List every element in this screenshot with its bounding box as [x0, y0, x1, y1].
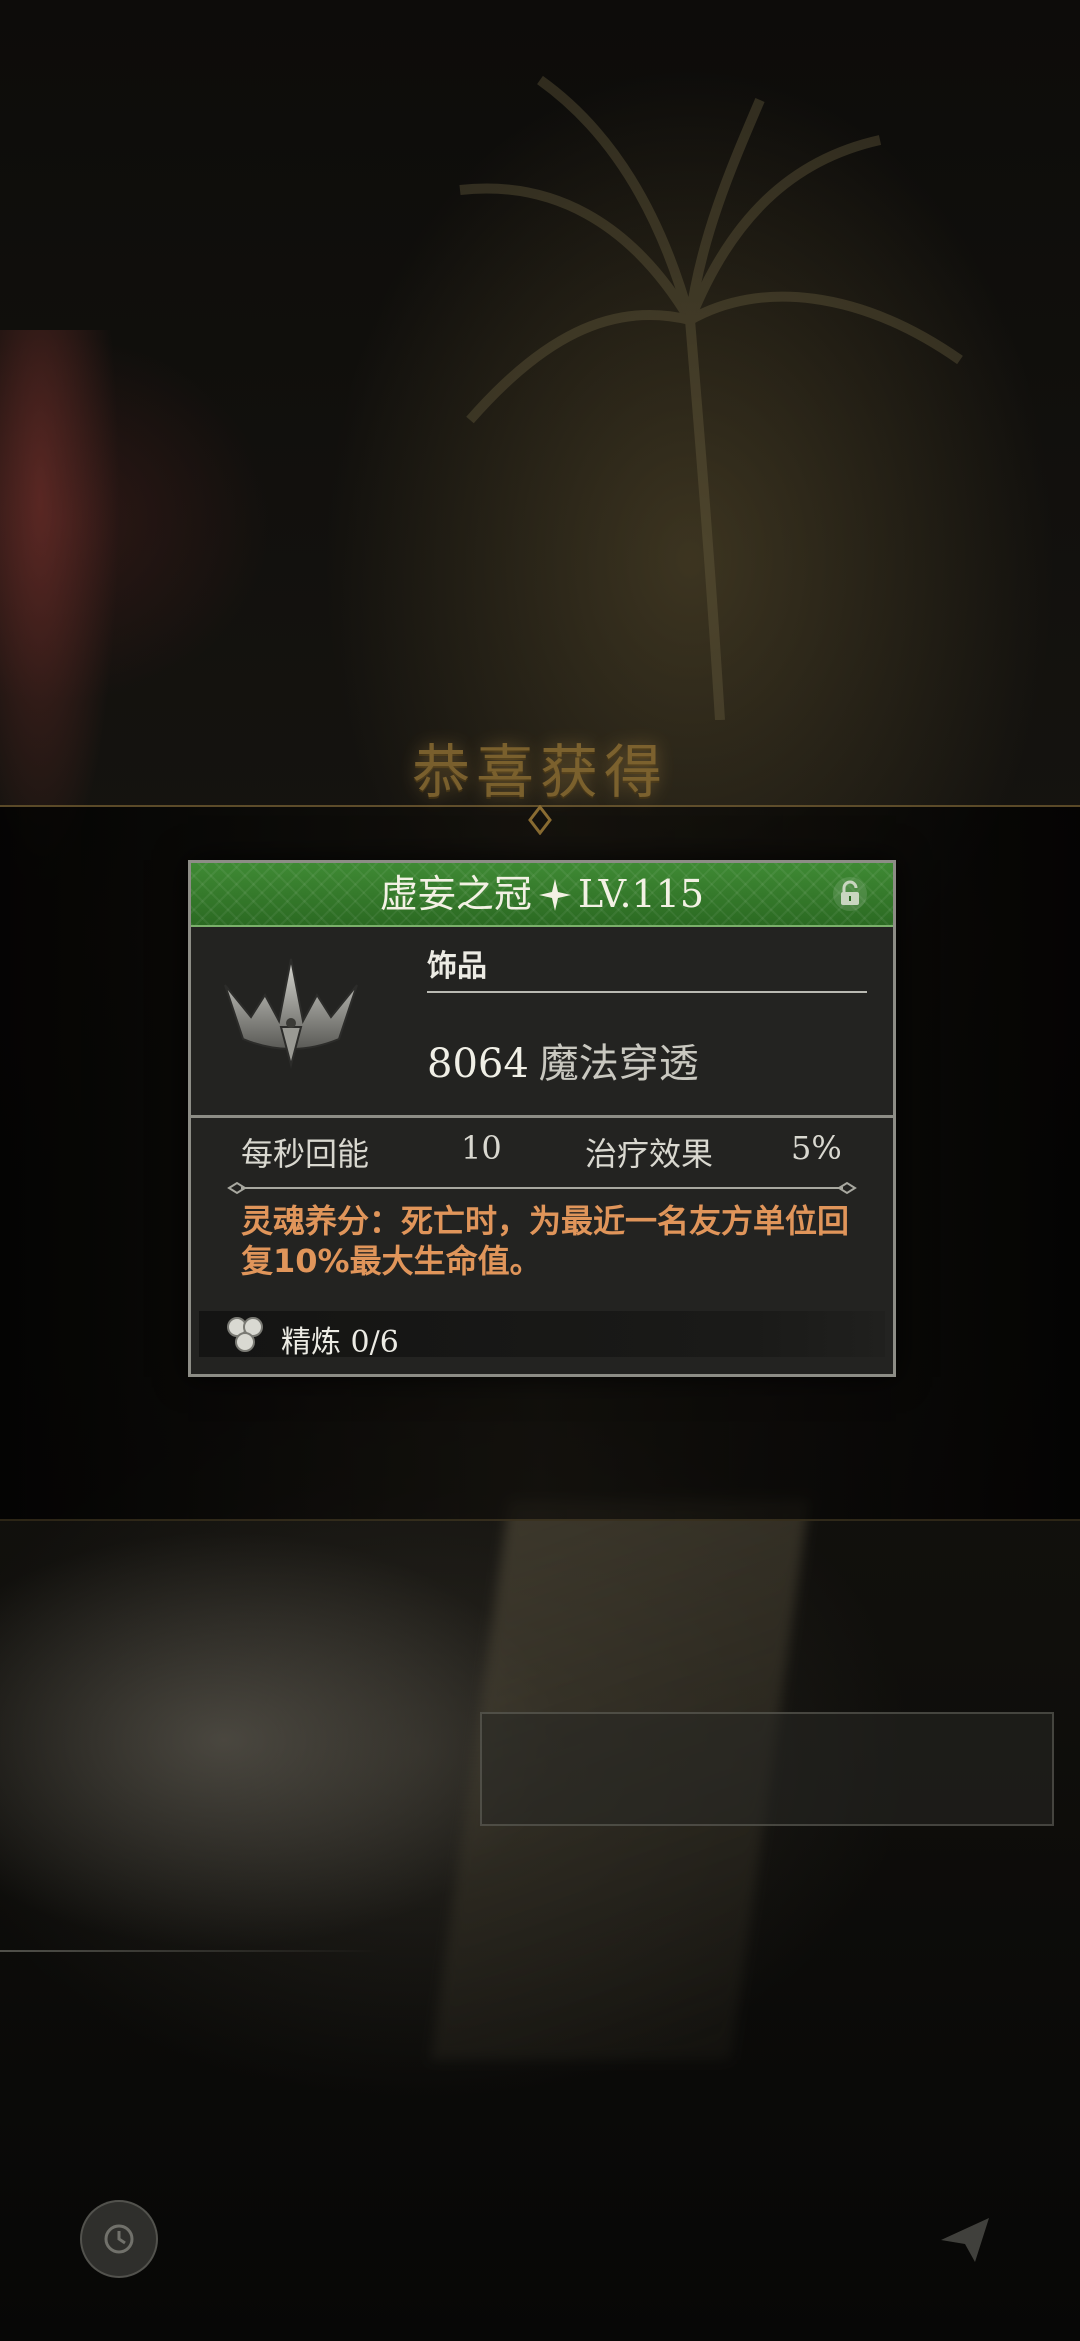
- ornament-divider: [227, 1181, 857, 1195]
- refine-value: 0/6: [350, 1325, 399, 1360]
- refine-icon: [227, 1317, 263, 1352]
- main-stat: 8064 魔法穿透: [427, 1031, 699, 1089]
- lock-icon[interactable]: [831, 875, 869, 913]
- refine-label: 精炼: [281, 1325, 341, 1360]
- reward-banner-title: 恭喜获得: [411, 738, 668, 806]
- item-level: LV.115: [577, 872, 705, 916]
- history-icon: [104, 2224, 134, 2254]
- item-summary: 饰品 8064 魔法穿透: [191, 927, 893, 1118]
- stat-healing-value: 5%: [791, 1129, 842, 1167]
- skill-description: 灵魂养分：死亡时，为最近一名友方单位回复10%最大生命值。: [241, 1202, 850, 1280]
- category-divider: [427, 991, 867, 993]
- main-stat-label: 魔法穿透: [538, 1041, 699, 1087]
- item-card: 虚妄之冠 LV.115 饰品 8064 魔法穿透 每秒回能 10 治疗效果 5%…: [188, 860, 896, 1377]
- star-icon: [538, 878, 571, 911]
- item-name: 虚妄之冠: [379, 872, 532, 916]
- crown-icon: [224, 958, 358, 1069]
- item-category: 饰品: [427, 949, 487, 984]
- stat-energy-regen-value: 10: [461, 1129, 502, 1167]
- item-card-header: 虚妄之冠 LV.115: [191, 863, 893, 927]
- item-title: 虚妄之冠 LV.115: [191, 869, 893, 919]
- refine-status: 精炼 0/6: [281, 1317, 399, 1361]
- sub-stats-row: 每秒回能 10 治疗效果 5%: [191, 1129, 893, 1173]
- main-stat-value: 8064: [427, 1041, 529, 1087]
- stat-healing-label: 治疗效果: [585, 1135, 714, 1173]
- send-icon[interactable]: [935, 2210, 995, 2270]
- palm-tree-silhouette: [459, 75, 963, 720]
- speaker-divider: [0, 1950, 380, 1952]
- history-button[interactable]: [80, 2200, 158, 2278]
- stat-energy-regen-label: 每秒回能: [241, 1135, 370, 1173]
- dialog-option-button[interactable]: [480, 1712, 1054, 1826]
- banner-ornament-icon: [528, 805, 552, 835]
